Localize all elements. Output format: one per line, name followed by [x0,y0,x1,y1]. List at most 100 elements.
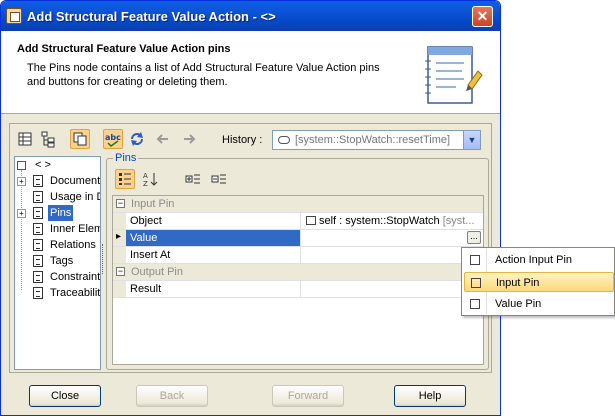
tree-item-label: Documentation/Hyperlinks [50,175,101,187]
table-row[interactable]: Result [113,281,483,298]
expand-icon[interactable]: + [17,177,26,186]
tree-item-label: Usage in Diagrams [50,191,100,203]
property-name: Result [126,281,301,297]
property-name: Value [126,230,301,246]
pins-group: Pins AZ − Input Pin Object self: system… [106,152,489,370]
notepad-icon [425,46,483,104]
collapse-icon[interactable]: − [116,199,125,208]
tree-item-label: Traceability [50,287,101,299]
category-input-pin[interactable]: − Input Pin [113,196,483,213]
row-pointer-icon [113,230,126,246]
chevron-down-icon[interactable]: ▼ [463,131,480,149]
title-bar: Add Structural Feature Value Action - <>… [1,1,500,31]
toolbar: abc History : [system::StopWatch::resetT… [10,124,491,154]
menu-item-label: Value Pin [495,298,542,310]
value-self: self [319,215,337,227]
document-icon [33,255,43,267]
tree-item-label: Inner Elements [50,223,101,235]
header-description: The Pins node contains a list of Add Str… [27,62,380,88]
history-value: [system::StopWatch::resetTime] [295,134,451,146]
tree-root-label: < > [35,159,51,171]
history-dropdown[interactable]: [system::StopWatch::resetTime] ▼ [272,130,481,150]
document-icon [33,207,43,219]
ellipsis-button[interactable]: ... [467,231,481,244]
pins-property-grid: − Input Pin Object self : system::StopWa… [112,195,484,365]
menu-item-value-pin[interactable]: Value Pin [464,294,614,314]
refresh-icon[interactable] [127,129,147,149]
tree-view-icon[interactable] [38,129,58,149]
history-label: History : [222,134,263,146]
value-type: system::StopWatch [345,215,440,227]
pin-type-popup-menu: Action Input Pin Input Pin Value Pin [461,247,615,316]
property-value[interactable] [302,247,482,263]
table-row[interactable]: Insert At [113,247,483,264]
document-icon [33,239,43,251]
tree-item-label: Constraints [50,271,101,283]
table-view-icon[interactable] [15,129,35,149]
window-title: Add Structural Feature Value Action - <> [27,9,276,24]
spell-check-icon[interactable]: abc [103,129,123,149]
property-name: Object [126,213,301,229]
category-output-pin[interactable]: − Output Pin [113,264,483,281]
forward-button[interactable]: Forward [272,385,344,407]
tree-guide-line [21,170,22,290]
back-arrow-icon[interactable] [153,129,173,149]
tree-item-label: Tags [50,255,74,267]
svg-text:Z: Z [143,180,148,188]
expand-icon[interactable]: + [17,209,26,218]
menu-item-input-pin[interactable]: Input Pin [464,272,614,292]
button-bar: Close Back Forward Help [1,379,500,415]
pins-toolbar: AZ [111,167,481,191]
document-icon [33,223,43,235]
dialog-header: Add Structural Feature Value Action pins… [1,31,500,114]
collapse-all-icon[interactable] [209,169,229,189]
table-row-selected[interactable]: Value ... [113,230,483,247]
root-box-icon [17,161,26,170]
sort-alphabetical-icon[interactable]: AZ [141,169,161,189]
copy-icon[interactable] [70,129,90,149]
document-icon [33,191,43,203]
row-gutter [113,281,126,297]
action-input-pin-icon [470,255,480,265]
pins-legend: Pins [113,152,139,164]
main-panel: abc History : [system::StopWatch::resetT… [9,123,492,373]
tree-item-label: Relations [50,239,96,251]
svg-text:abc: abc [105,133,121,142]
property-value[interactable] [302,230,482,246]
forward-arrow-icon[interactable] [179,129,199,149]
document-icon [33,175,43,187]
property-value[interactable] [302,281,482,297]
row-gutter [113,213,126,229]
header-title: Add Structural Feature Value Action pins [17,43,231,55]
close-button[interactable]: Close [29,385,101,407]
element-oval-icon [278,136,290,144]
menu-item-label: Input Pin [496,277,540,289]
property-value[interactable]: self : system::StopWatch [syst... [302,213,482,229]
dialog-window: Add Structural Feature Value Action - <>… [0,0,501,416]
pin-icon [306,216,316,225]
menu-item-label: Action Input Pin [495,254,573,266]
menu-item-action-input-pin[interactable]: Action Input Pin [464,250,614,270]
value-pin-icon [470,299,480,309]
window-close-button[interactable]: ✕ [472,6,493,27]
table-row[interactable]: Object self : system::StopWatch [syst... [113,213,483,230]
svg-text:A: A [143,172,148,180]
categorized-view-icon[interactable] [115,169,135,189]
back-button[interactable]: Back [136,385,208,407]
collapse-icon[interactable]: − [116,267,125,276]
document-icon [33,271,43,283]
row-gutter [113,247,126,263]
navigation-tree: < > + Documentation/Hyperlinks Usage in … [14,156,101,370]
category-label: Output Pin [131,266,183,278]
input-pin-icon [471,278,481,288]
help-button[interactable]: Help [394,385,466,407]
app-icon [6,8,22,24]
panel-splitter[interactable] [102,244,105,274]
property-name: Insert At [126,247,301,263]
document-icon [33,287,43,299]
value-extra: [syst... [439,215,475,227]
value-sep: : [336,215,346,227]
category-label: Input Pin [131,198,175,210]
tree-item-label: Pins [48,205,74,221]
expand-all-icon[interactable] [183,169,203,189]
